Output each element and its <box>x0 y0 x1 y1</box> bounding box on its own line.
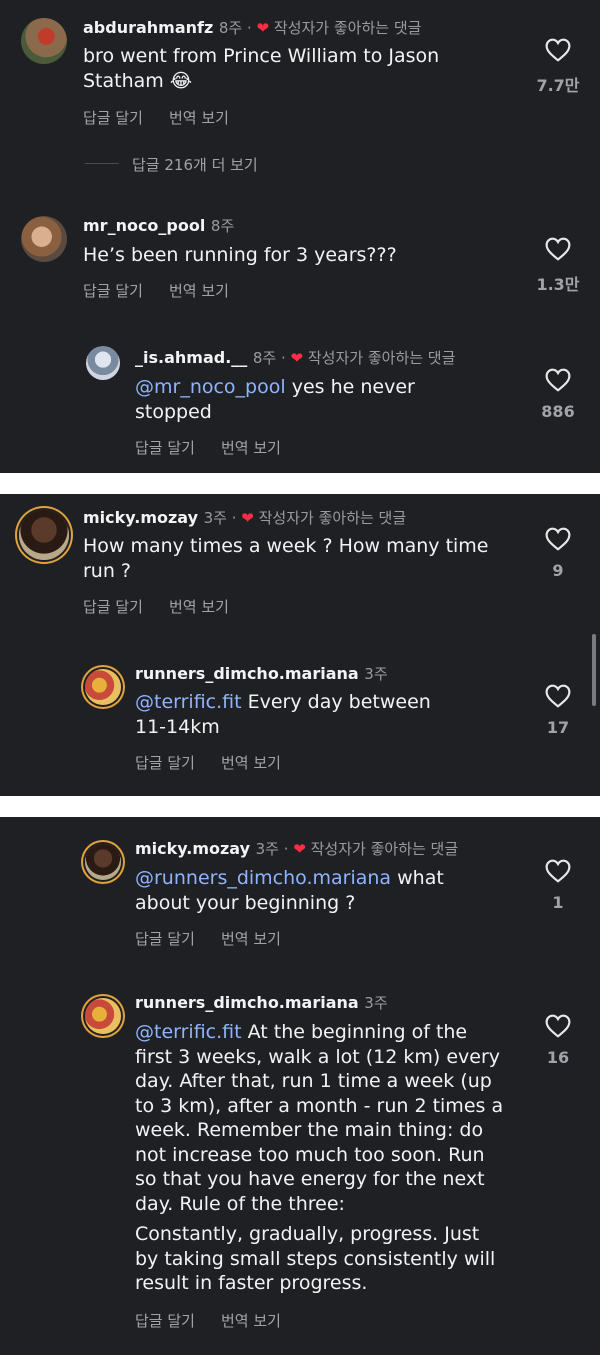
translate-button[interactable]: 번역 보기 <box>221 754 281 772</box>
reply-username[interactable]: _is.ahmad.__ 8주 · ❤ 작성자가 좋아하는 댓글 <box>135 347 455 368</box>
comment-actions: 답글 달기 번역 보기 <box>135 928 307 949</box>
translate-button[interactable]: 번역 보기 <box>221 1312 281 1330</box>
like-button[interactable]: 17 <box>528 684 588 737</box>
comment-username[interactable]: abdurahmanfz 8주 · ❤ 작성자가 좋아하는 댓글 <box>83 17 421 38</box>
like-button[interactable]: 9 <box>528 527 588 580</box>
avatar[interactable] <box>19 510 69 560</box>
reply-button[interactable]: 답글 달기 <box>83 598 143 616</box>
reply-button[interactable]: 답글 달기 <box>135 754 195 772</box>
comment-actions: 답글 달기 번역 보기 <box>83 107 255 128</box>
heart-icon <box>545 1014 571 1038</box>
comment-actions: 답글 달기 번역 보기 <box>135 437 307 458</box>
like-button[interactable]: 1 <box>528 859 588 912</box>
creator-heart-icon: ❤ <box>241 509 254 527</box>
reply-text: @terrific.fit At the beginning of the fi… <box>135 1021 504 1294</box>
reply-username[interactable]: runners_dimcho.mariana 3주 <box>135 992 388 1013</box>
heart-icon <box>545 527 571 551</box>
reply-text: @mr_noco_pool yes he never stopped <box>135 376 415 423</box>
translate-button[interactable]: 번역 보기 <box>169 598 229 616</box>
mention-link[interactable]: @mr_noco_pool <box>135 376 286 398</box>
comment-time: 3주 <box>364 665 388 683</box>
like-count: 17 <box>546 718 570 737</box>
scrollbar[interactable] <box>592 634 596 706</box>
translate-button[interactable]: 번역 보기 <box>169 282 229 300</box>
comment-actions: 답글 달기 번역 보기 <box>83 596 255 617</box>
like-button[interactable]: 1.3만 <box>528 237 588 295</box>
translate-button[interactable]: 번역 보기 <box>221 930 281 948</box>
comment-text: How many times a week ? How many time ru… <box>83 535 489 582</box>
translate-button[interactable]: 번역 보기 <box>169 109 229 127</box>
like-count: 7.7만 <box>536 76 580 95</box>
reply-button[interactable]: 답글 달기 <box>135 439 195 457</box>
comment-time: 8주 · ❤ 작성자가 좋아하는 댓글 <box>252 349 456 367</box>
comment-time: 8주 <box>210 217 235 235</box>
like-count: 1.3만 <box>536 275 580 294</box>
like-count: 1 <box>552 893 564 912</box>
like-button[interactable]: 16 <box>528 1014 588 1067</box>
heart-icon <box>545 237 571 261</box>
avatar[interactable] <box>85 844 121 880</box>
comment-actions: 답글 달기 번역 보기 <box>135 752 307 773</box>
comment-actions: 답글 달기 번역 보기 <box>83 280 255 301</box>
heart-icon <box>545 859 571 883</box>
like-count: 886 <box>541 402 575 421</box>
like-button[interactable]: 7.7만 <box>528 38 588 96</box>
reply-button[interactable]: 답글 달기 <box>83 109 143 127</box>
mention-link[interactable]: @terrific.fit <box>135 1021 242 1043</box>
comment-time: 3주 · ❤ 작성자가 좋아하는 댓글 <box>203 509 407 527</box>
mention-link[interactable]: @runners_dimcho.mariana <box>135 867 391 889</box>
comment-actions: 답글 달기 번역 보기 <box>135 1310 307 1331</box>
reply-button[interactable]: 답글 달기 <box>135 930 195 948</box>
comment-time: 8주 · ❤ 작성자가 좋아하는 댓글 <box>218 19 422 37</box>
reply-username[interactable]: runners_dimcho.mariana 3주 <box>135 663 388 684</box>
comment-text: bro went from Prince William to Jason St… <box>83 45 440 92</box>
view-more-replies[interactable]: 답글 216개 더 보기 <box>132 154 258 175</box>
reply-button[interactable]: 답글 달기 <box>83 282 143 300</box>
translate-button[interactable]: 번역 보기 <box>221 439 281 457</box>
creator-heart-icon: ❤ <box>293 840 306 858</box>
creator-heart-icon: ❤ <box>256 19 270 37</box>
heart-icon <box>545 38 571 62</box>
avatar[interactable] <box>21 18 67 64</box>
comment-username[interactable]: mr_noco_pool 8주 <box>83 215 234 236</box>
avatar[interactable] <box>86 346 120 380</box>
comment-panel-2: micky.mozay 3주 · ❤ 작성자가 좋아하는 댓글 How many… <box>0 494 600 796</box>
comment-username[interactable]: micky.mozay 3주 · ❤ 작성자가 좋아하는 댓글 <box>83 507 406 528</box>
mention-link[interactable]: @terrific.fit <box>135 691 242 713</box>
like-count: 16 <box>546 1048 570 1067</box>
reply-button[interactable]: 답글 달기 <box>135 1312 195 1330</box>
reply-username[interactable]: micky.mozay 3주 · ❤ 작성자가 좋아하는 댓글 <box>135 838 458 859</box>
heart-icon <box>545 684 571 708</box>
view-replies-line <box>85 163 119 164</box>
comment-text: He’s been running for 3 years??? <box>83 244 397 266</box>
heart-icon <box>545 368 571 392</box>
avatar[interactable] <box>85 669 121 705</box>
comment-panel-1: abdurahmanfz 8주 · ❤ 작성자가 좋아하는 댓글 bro wen… <box>0 0 600 473</box>
reply-text: @runners_dimcho.mariana what about your … <box>135 867 444 914</box>
like-button[interactable]: 886 <box>528 368 588 421</box>
reply-text: @terrific.fit Every day between 11-14km <box>135 691 431 738</box>
like-count: 9 <box>552 561 564 580</box>
avatar[interactable] <box>21 216 67 262</box>
comment-time: 3주 <box>364 994 388 1012</box>
comment-panel-3: micky.mozay 3주 · ❤ 작성자가 좋아하는 댓글 @runners… <box>0 817 600 1355</box>
creator-heart-icon: ❤ <box>290 349 304 367</box>
comment-time: 3주 · ❤ 작성자가 좋아하는 댓글 <box>255 840 459 858</box>
avatar[interactable] <box>85 998 121 1034</box>
